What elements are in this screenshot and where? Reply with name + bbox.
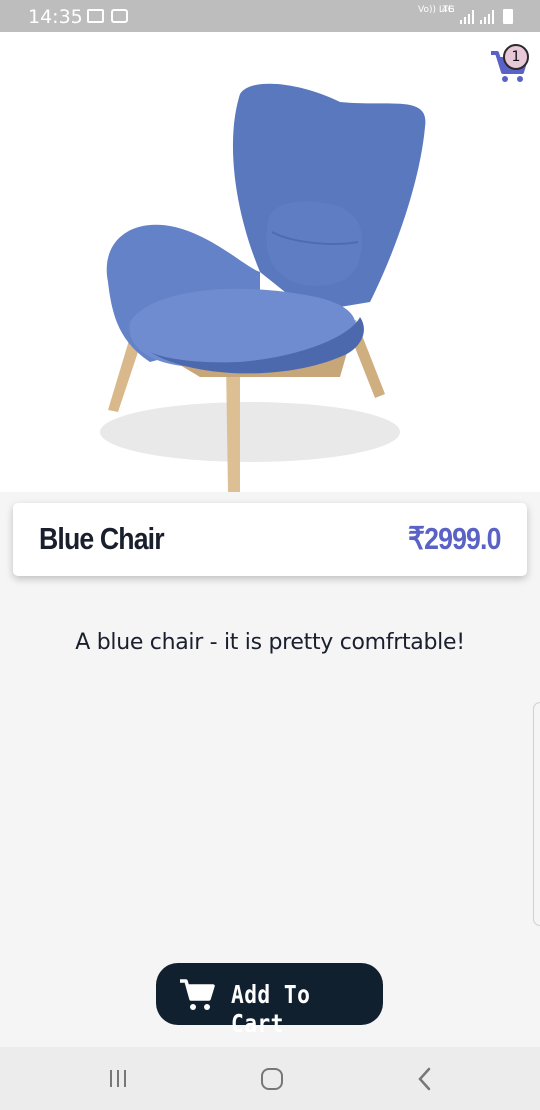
home-icon[interactable] xyxy=(261,1068,283,1090)
wifi-icon xyxy=(111,9,128,23)
add-to-cart-button[interactable]: Add To Cart xyxy=(156,963,383,1038)
product-name: Blue Chair xyxy=(39,521,165,556)
product-price: ₹2999.0 xyxy=(408,521,502,556)
recent-apps-icon[interactable] xyxy=(110,1070,131,1092)
signal-icon xyxy=(480,10,494,24)
back-icon[interactable] xyxy=(418,1067,432,1091)
gallery-icon xyxy=(87,9,104,23)
product-title-card: Blue Chair ₹2999.0 xyxy=(13,503,527,576)
add-to-cart-label: Add To Cart xyxy=(231,980,311,1038)
product-image xyxy=(0,32,540,492)
signal-icon xyxy=(460,10,474,24)
blue-armchair-image xyxy=(100,83,426,492)
cart-icon xyxy=(180,979,215,1010)
status-bar: 14:35 Vo)) LTE 4G xyxy=(0,0,540,32)
product-description: A blue chair - it is pretty comfrtable! xyxy=(75,630,465,655)
cart-count-badge: 1 xyxy=(503,44,529,70)
battery-icon xyxy=(503,9,513,24)
status-time: 14:35 xyxy=(28,6,83,28)
system-nav-bar xyxy=(0,1047,540,1110)
edge-panel-handle[interactable] xyxy=(533,702,540,926)
network-type-indicator: 4G xyxy=(442,5,455,15)
